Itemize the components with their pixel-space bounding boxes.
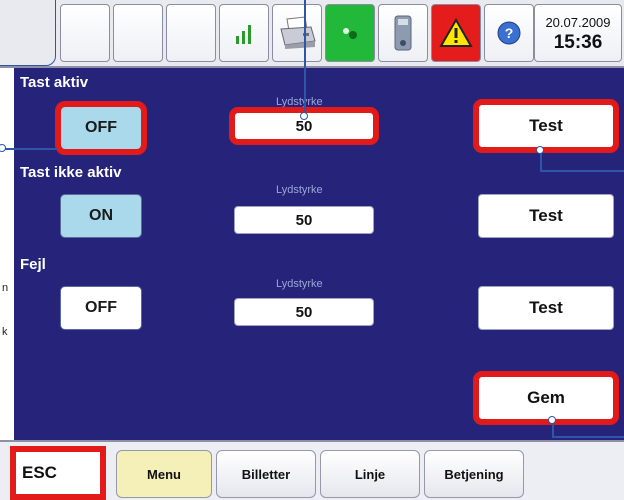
- edge-text-2: k: [2, 326, 8, 338]
- top-toolbar: ? 20.07.2009 15:36: [0, 0, 624, 68]
- time-text: 15:36: [553, 32, 603, 53]
- volume-label-error: Lydstyrke: [276, 278, 323, 290]
- volume-input-error[interactable]: 50: [234, 298, 374, 326]
- signal-button[interactable]: [219, 4, 269, 62]
- error-toggle[interactable]: OFF: [60, 286, 142, 330]
- tickets-button[interactable]: Billetter: [216, 450, 316, 498]
- warning-icon: [439, 17, 473, 47]
- annotation-line-test: [540, 170, 624, 172]
- annotation-callout-frame: [0, 0, 56, 66]
- annotation-dot-volume: [300, 112, 308, 120]
- help-icon: ?: [497, 21, 521, 45]
- volume-input-key-inactive[interactable]: 50: [234, 206, 374, 234]
- test-button-key-active[interactable]: Test: [473, 99, 619, 153]
- svg-text:?: ?: [505, 25, 514, 41]
- volume-label-key-inactive: Lydstyrke: [276, 184, 323, 196]
- device-status-button[interactable]: [325, 4, 375, 62]
- date-text: 20.07.2009: [545, 15, 611, 30]
- edge-text-1: n: [2, 282, 9, 294]
- settings-panel: Tast aktiv OFF Lydstyrke 50 Test Tast ik…: [14, 68, 624, 440]
- toolbar-slot-3[interactable]: [166, 4, 216, 62]
- volume-label-key-active: Lydstyrke: [276, 96, 323, 108]
- green-device-icon: [343, 28, 357, 39]
- signal-icon: [236, 25, 251, 44]
- key-active-toggle[interactable]: OFF: [55, 101, 147, 155]
- bottom-nav: ESC Menu Billetter Linje Betjening: [0, 440, 624, 500]
- sound-settings-screen: ? 20.07.2009 15:36 Tast aktiv OFF Lydsty…: [0, 0, 624, 500]
- annotation-line-volume: [304, 0, 306, 118]
- section-label-error: Fejl: [20, 256, 46, 273]
- test-button-key-inactive[interactable]: Test: [478, 194, 614, 238]
- toolbar-slot-1[interactable]: [60, 4, 110, 62]
- annotation-line-save: [552, 436, 624, 438]
- annotation-line-key-active: [0, 148, 58, 150]
- line-button[interactable]: Linje: [320, 450, 420, 498]
- key-inactive-toggle[interactable]: ON: [60, 194, 142, 238]
- section-label-key-inactive: Tast ikke aktiv: [20, 164, 122, 181]
- annotation-dot-test: [536, 146, 544, 154]
- section-label-key-active: Tast aktiv: [20, 74, 89, 91]
- help-button[interactable]: ?: [484, 4, 534, 62]
- battery-button[interactable]: [378, 4, 428, 62]
- operation-button[interactable]: Betjening: [424, 450, 524, 498]
- printer-button[interactable]: [272, 4, 322, 62]
- warning-button[interactable]: [431, 4, 481, 62]
- battery-icon: [394, 15, 412, 51]
- annotation-dot-left: [0, 144, 6, 152]
- menu-button[interactable]: Menu: [116, 450, 212, 498]
- save-button[interactable]: Gem: [473, 371, 619, 425]
- toolbar-slot-2[interactable]: [113, 4, 163, 62]
- test-button-error[interactable]: Test: [478, 286, 614, 330]
- date-time-display: 20.07.2009 15:36: [534, 4, 622, 62]
- esc-button[interactable]: ESC: [10, 446, 106, 500]
- printer-icon: [280, 16, 316, 49]
- annotation-dot-save: [548, 416, 556, 424]
